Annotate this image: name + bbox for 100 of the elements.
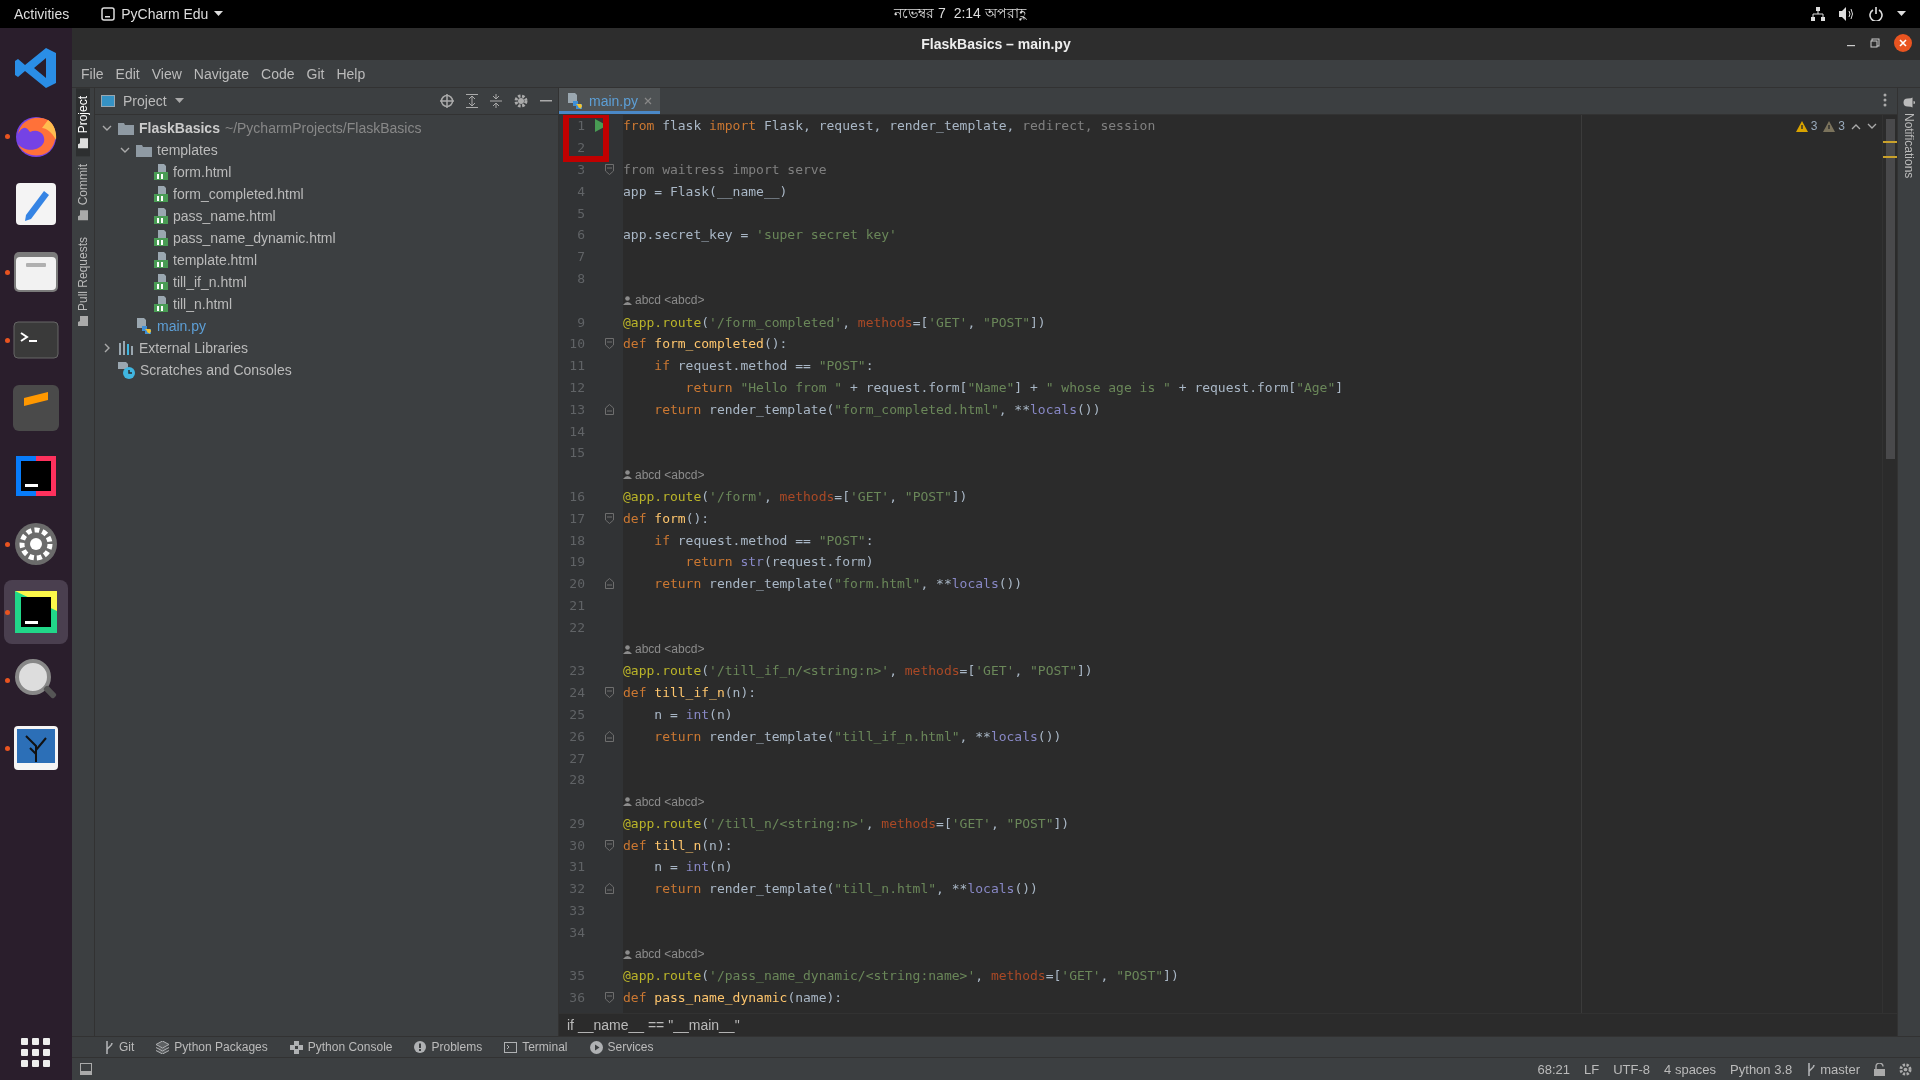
author-hint[interactable]: abcd <abcd> (635, 293, 705, 308)
tool-window-button[interactable]: Problems (414, 1040, 483, 1054)
tool-window-button[interactable]: Python Console (289, 1040, 393, 1054)
tool-window-button[interactable]: Python Packages (156, 1040, 268, 1054)
settings-icon[interactable] (514, 94, 528, 108)
branch-selector[interactable]: master (1806, 1061, 1860, 1077)
dock-item[interactable] (4, 580, 68, 644)
tree-item-label[interactable]: template.html (173, 252, 258, 268)
collapse-all-icon[interactable] (490, 94, 502, 108)
caret-icon[interactable] (1897, 11, 1906, 17)
lock-icon[interactable] (1874, 1062, 1885, 1076)
tool-window-tab[interactable]: Project (76, 88, 90, 157)
chevron-down-icon[interactable] (120, 145, 130, 155)
tree-item-label[interactable]: Scratches and Consoles (140, 362, 292, 378)
chevron-down-icon[interactable] (102, 123, 112, 133)
tree-item-label[interactable]: till_n.html (173, 296, 233, 312)
code-line: @app.route('/form_completed', methods=['GET', "POST"]) (623, 314, 1046, 330)
power-icon[interactable] (1869, 7, 1883, 21)
tree-item-label[interactable]: main.py (157, 318, 207, 334)
project-path: ~/PycharmProjects/FlaskBasics (224, 120, 422, 136)
python-file-icon (136, 318, 152, 334)
interpreter-selector[interactable]: Python 3.8 (1730, 1061, 1793, 1077)
chevron-up-icon[interactable] (1851, 122, 1861, 130)
fold-icon[interactable] (605, 687, 614, 699)
menu-item[interactable]: Edit (110, 65, 145, 82)
minimize-icon[interactable] (540, 99, 552, 103)
warning-count[interactable]: 3 (1810, 119, 1818, 133)
volume-icon[interactable] (1839, 7, 1855, 21)
panel-toggle-icon[interactable] (80, 1063, 92, 1075)
fold-icon[interactable] (605, 578, 614, 590)
fold-icon[interactable] (605, 839, 614, 851)
app-grid-icon[interactable] (21, 1038, 51, 1068)
indent-setting[interactable]: 4 spaces (1664, 1061, 1717, 1077)
close-icon[interactable] (1894, 34, 1912, 52)
crosshair-icon[interactable] (440, 94, 454, 108)
maximize-icon[interactable] (1870, 38, 1880, 48)
code-line: @app.route('/till_if_n/<string:n>', methods=['GET', "POST"]) (623, 663, 1093, 679)
tool-window-tab[interactable]: Pull Requests (76, 228, 90, 334)
fold-icon[interactable] (605, 512, 614, 524)
tree-item-label[interactable]: External Libraries (139, 340, 248, 356)
python-file-icon (567, 93, 583, 109)
tree-item-label[interactable]: pass_name.html (173, 208, 276, 224)
fold-icon[interactable] (605, 338, 614, 350)
play-circle-icon (589, 1040, 603, 1054)
code-line: from waitress import serve (623, 162, 827, 177)
expand-all-icon[interactable] (466, 94, 478, 108)
fold-icon[interactable] (605, 883, 614, 895)
warning-icon (1795, 120, 1808, 132)
settings-icon[interactable] (1899, 1062, 1912, 1076)
app-menu[interactable]: PyCharm Edu (121, 6, 209, 22)
tool-window-tab[interactable]: Commit (76, 156, 90, 229)
menu-item[interactable]: Git (301, 65, 330, 82)
fold-icon[interactable] (605, 992, 614, 1004)
menu-item[interactable]: Navigate (188, 65, 255, 82)
network-icon[interactable] (1811, 7, 1825, 21)
tree-item-label[interactable]: templates (157, 142, 218, 158)
fold-icon[interactable] (605, 403, 614, 415)
code-line: n = int(n) (653, 706, 733, 722)
weak-warning-count[interactable]: 3 (1838, 119, 1845, 133)
menu-item[interactable]: Code (256, 65, 300, 82)
folder-icon (13, 251, 59, 293)
notifications-tab[interactable]: Notifications (1902, 96, 1916, 179)
highlight-frame (563, 115, 609, 162)
tool-window-button[interactable]: Git (104, 1040, 135, 1054)
fold-icon[interactable] (605, 730, 614, 742)
tree-item-label[interactable]: FlaskBasics (139, 120, 220, 136)
author-hint[interactable]: abcd <abcd> (635, 794, 705, 809)
breadcrumb[interactable]: if __name__ == "__main__" (559, 1013, 1897, 1036)
tree-item-label[interactable]: till_if_n.html (173, 274, 247, 290)
author-hint[interactable]: abcd <abcd> (635, 642, 705, 656)
info-icon (414, 1041, 427, 1053)
folder-icon (118, 121, 134, 135)
tree-item-label[interactable]: form.html (173, 164, 232, 180)
chevron-right-icon[interactable] (102, 343, 112, 353)
menu-item[interactable]: View (146, 65, 187, 82)
panel-title[interactable]: Project (123, 93, 167, 109)
menu-item[interactable]: Help (331, 65, 371, 82)
clock[interactable]: নভেম্বর 7 2:14 অপরাহ্ণ (894, 2, 1026, 26)
tree-item-label[interactable]: pass_name_dynamic.html (173, 230, 336, 246)
fold-icon[interactable] (605, 164, 614, 175)
activities-button[interactable]: Activities (0, 6, 84, 22)
person-icon (623, 295, 632, 305)
line-separator[interactable]: LF (1584, 1061, 1600, 1077)
file-encoding[interactable]: UTF-8 (1613, 1061, 1651, 1077)
code-line: @app.route('/till_n/<string:n>', methods=['GET', "POST"]) (623, 815, 1070, 831)
author-hint[interactable]: abcd <abcd> (635, 947, 705, 962)
tree-item-label[interactable]: form_completed.html (173, 186, 304, 202)
chevron-down-icon[interactable] (1867, 122, 1877, 130)
libraries-icon (118, 341, 134, 355)
html-file-icon (154, 252, 168, 268)
menu-item[interactable]: File (76, 65, 109, 82)
tool-window-button[interactable]: Terminal (504, 1040, 568, 1054)
caret-position[interactable]: 68:21 (1537, 1061, 1571, 1077)
tool-window-button[interactable]: Services (589, 1040, 654, 1054)
scrollbar[interactable] (1882, 115, 1897, 1013)
author-hint[interactable]: abcd <abcd> (635, 467, 705, 482)
stripes-icon (12, 384, 60, 432)
caret-icon[interactable] (214, 11, 224, 17)
html-file-icon (154, 296, 168, 312)
folder-icon (77, 315, 89, 326)
